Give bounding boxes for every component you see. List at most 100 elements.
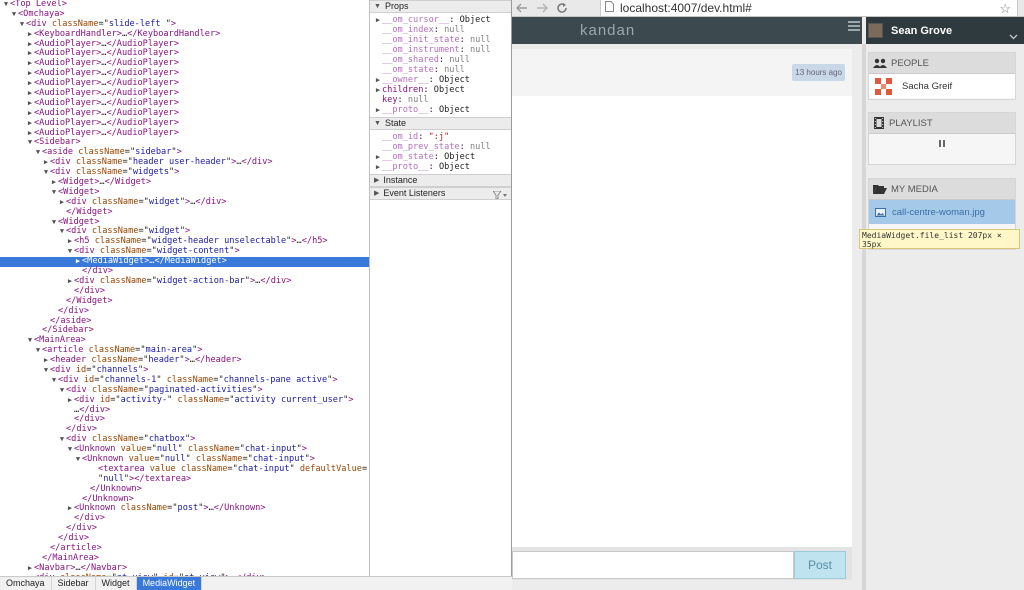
tree-node[interactable]: </Unknown> bbox=[0, 484, 369, 495]
collapsed-triangle-icon[interactable]: ▶ bbox=[26, 119, 34, 129]
collapsed-triangle-icon[interactable]: ▶ bbox=[42, 356, 50, 366]
collapsed-triangle-icon[interactable]: ▶ bbox=[26, 89, 34, 99]
property-row[interactable]: __om_instrument: null bbox=[370, 45, 511, 55]
collapsed-triangle-icon[interactable]: ▶ bbox=[26, 129, 34, 139]
pause-icon[interactable] bbox=[869, 140, 1015, 147]
chat-input[interactable] bbox=[512, 551, 794, 579]
collapsed-triangle-icon[interactable]: ▶ bbox=[26, 69, 34, 79]
property-row[interactable]: ▶ children: Object bbox=[370, 85, 511, 95]
collapsed-triangle-icon[interactable]: ▶ bbox=[26, 40, 34, 50]
expanded-triangle-icon[interactable]: ▼ bbox=[18, 20, 26, 30]
property-row[interactable]: __om_init_state: null bbox=[370, 35, 511, 45]
collapsed-triangle-icon[interactable]: ▶ bbox=[26, 99, 34, 109]
forward-button[interactable] bbox=[532, 0, 552, 17]
expanded-triangle-icon[interactable]: ▼ bbox=[42, 366, 50, 376]
list-item[interactable]: Sacha Greif bbox=[869, 74, 1015, 98]
collapsed-triangle-icon[interactable]: ▶ bbox=[26, 30, 34, 40]
property-row[interactable]: ▶ __proto__: Object bbox=[370, 105, 511, 115]
collapsed-triangle-icon[interactable]: ▶ bbox=[26, 564, 34, 574]
brand-logo[interactable]: kandan bbox=[580, 22, 635, 39]
devtools-element-tree[interactable]: ▼ <Top Level> ▼ <Omchaya> ▼ <div className="s… bbox=[0, 0, 370, 576]
back-button[interactable] bbox=[512, 0, 532, 17]
tree-node[interactable]: </div> bbox=[0, 414, 369, 425]
filter-icon[interactable] bbox=[492, 190, 507, 203]
tree-node[interactable]: </Widget> bbox=[0, 207, 369, 218]
collapsed-triangle-icon[interactable]: ▶ bbox=[374, 105, 382, 115]
instance-pane-header[interactable]: ▶ Instance bbox=[370, 174, 511, 187]
chevron-down-icon[interactable] bbox=[1009, 25, 1018, 44]
expanded-triangle-icon[interactable]: ▼ bbox=[58, 386, 66, 396]
tree-node[interactable]: ▼ <div className="widgets"> bbox=[0, 167, 369, 178]
reload-button[interactable] bbox=[552, 0, 572, 17]
tree-node[interactable]: </div> bbox=[0, 513, 369, 524]
expanded-triangle-icon[interactable]: ▼ bbox=[26, 336, 34, 346]
breadcrumb-item[interactable]: Sidebar bbox=[52, 577, 96, 590]
collapsed-triangle-icon[interactable]: ▶ bbox=[374, 162, 382, 172]
property-row[interactable]: key: null bbox=[370, 95, 511, 105]
bookmark-star-icon[interactable]: ☆ bbox=[999, 1, 1011, 17]
property-row[interactable]: __om_index: null bbox=[370, 25, 511, 35]
address-bar[interactable]: localhost:4007/dev.html# ☆ bbox=[600, 0, 1018, 16]
property-row[interactable]: __om_shared: null bbox=[370, 55, 511, 65]
expanded-triangle-icon[interactable]: ▼ bbox=[10, 10, 18, 20]
tree-node[interactable]: </Widget> bbox=[0, 296, 369, 307]
tree-node[interactable]: ▶ <MediaWidget>…</MediaWidget> bbox=[0, 256, 369, 268]
collapsed-triangle-icon[interactable]: ▶ bbox=[374, 152, 382, 162]
expanded-triangle-icon[interactable]: ▼ bbox=[58, 227, 66, 237]
tree-node[interactable]: …</div> bbox=[0, 405, 369, 416]
expanded-triangle-icon[interactable]: ▼ bbox=[66, 445, 74, 455]
collapsed-triangle-icon[interactable]: ▶ bbox=[42, 158, 50, 168]
media-file-item[interactable]: call-centre-woman.jpg bbox=[869, 200, 1015, 224]
collapsed-triangle-icon[interactable]: ▶ bbox=[374, 85, 382, 95]
tree-node[interactable]: ▶ <div id="activity-" className="activity… bbox=[0, 395, 369, 406]
expanded-triangle-icon[interactable]: ▼ bbox=[26, 138, 34, 148]
event-listeners-pane-header[interactable]: ▶ Event Listeners bbox=[370, 187, 511, 200]
collapsed-triangle-icon[interactable]: ▶ bbox=[50, 178, 58, 188]
collapsed-triangle-icon[interactable]: ▶ bbox=[66, 237, 74, 247]
tree-node[interactable]: ▶ <Widget>…</Widget> bbox=[0, 177, 369, 188]
breadcrumb-item[interactable]: Omchaya bbox=[0, 577, 52, 590]
tree-node[interactable]: "null"></textarea> bbox=[0, 474, 369, 485]
collapsed-triangle-icon[interactable]: ▶ bbox=[66, 396, 74, 406]
property-row[interactable]: __om_prev_state: null bbox=[370, 142, 511, 152]
collapsed-triangle-icon[interactable]: ▶ bbox=[26, 109, 34, 119]
expanded-triangle-icon[interactable]: ▼ bbox=[2, 0, 10, 10]
property-row[interactable]: ▶ __proto__: Object bbox=[370, 162, 511, 172]
expanded-triangle-icon[interactable]: ▼ bbox=[58, 435, 66, 445]
tree-node[interactable]: ▶ <Unknown className="post">…</Unknown> bbox=[0, 503, 369, 514]
collapsed-triangle-icon[interactable]: ▶ bbox=[26, 59, 34, 69]
event-listeners-pane-title: Event Listeners bbox=[383, 188, 446, 198]
expanded-triangle-icon[interactable]: ▼ bbox=[66, 247, 74, 257]
tree-node[interactable]: ▶ <div className="widget-action-bar">…</d… bbox=[0, 276, 369, 287]
state-pane-header[interactable]: ▼ State bbox=[370, 117, 511, 130]
expanded-triangle-icon[interactable]: ▼ bbox=[74, 455, 82, 465]
breadcrumb-item[interactable]: Widget bbox=[96, 577, 137, 590]
expanded-triangle-icon[interactable]: ▼ bbox=[42, 168, 50, 178]
collapsed-triangle-icon[interactable]: ▶ bbox=[66, 504, 74, 514]
expanded-triangle-icon[interactable]: ▼ bbox=[50, 188, 58, 198]
post-button[interactable]: Post bbox=[794, 551, 846, 579]
collapsed-triangle-icon[interactable]: ▶ bbox=[374, 15, 382, 25]
expanded-triangle-icon[interactable]: ▼ bbox=[34, 148, 42, 158]
expanded-triangle-icon[interactable]: ▼ bbox=[50, 376, 58, 386]
property-row[interactable]: __om_state: null bbox=[370, 65, 511, 75]
collapsed-triangle-icon[interactable]: ▶ bbox=[26, 79, 34, 89]
expanded-triangle-icon[interactable]: ▼ bbox=[34, 346, 42, 356]
property-row[interactable]: ▶ __om_cursor__: Object bbox=[370, 15, 511, 25]
tree-node[interactable]: ▶ <div className="widget">…</div> bbox=[0, 197, 369, 208]
collapsed-triangle-icon[interactable]: ▶ bbox=[74, 257, 82, 267]
menu-icon[interactable] bbox=[848, 21, 860, 33]
collapsed-triangle-icon[interactable]: ▶ bbox=[374, 75, 382, 85]
user-header[interactable]: Sean Grove bbox=[866, 17, 1024, 44]
props-pane-header[interactable]: ▼ Props bbox=[370, 0, 511, 13]
tree-node[interactable]: </div> bbox=[0, 523, 369, 534]
property-row[interactable]: __om_id: ":j" bbox=[370, 132, 511, 142]
property-row[interactable]: ▶ __owner__: Object bbox=[370, 75, 511, 85]
collapsed-triangle-icon[interactable]: ▶ bbox=[58, 198, 66, 208]
collapsed-triangle-icon[interactable]: ▶ bbox=[66, 277, 74, 287]
collapsed-triangle-icon[interactable]: ▶ bbox=[26, 49, 34, 59]
property-row[interactable]: ▶ __om_state: Object bbox=[370, 152, 511, 162]
tree-node[interactable]: </div> bbox=[0, 286, 369, 297]
breadcrumb-item[interactable]: MediaWidget bbox=[136, 577, 203, 590]
expanded-triangle-icon[interactable]: ▼ bbox=[50, 218, 58, 228]
